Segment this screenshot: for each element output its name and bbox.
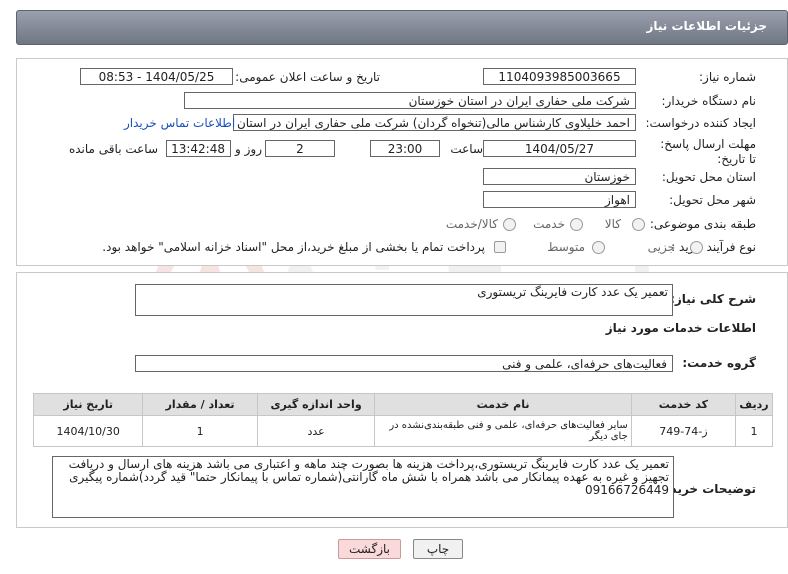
cell-row: 1	[735, 415, 773, 447]
city-field[interactable]: اهواز	[483, 191, 636, 208]
category-option-goods-service: کالا/خدمت	[445, 217, 498, 231]
remaining-label: ساعت باقی مانده	[68, 142, 158, 156]
category-radio-service[interactable]	[570, 218, 583, 231]
requester-field[interactable]: احمد خلیلاوی کارشناس مالی(تنخواه گردان) …	[233, 114, 636, 131]
summary-label: شرح کلی نیاز:	[670, 292, 756, 306]
need-number-field[interactable]: 1104093985003665	[483, 68, 636, 85]
category-option-goods: کالا	[604, 217, 621, 231]
need-number-label: شماره نیاز:	[699, 70, 756, 84]
buyer-notes-field[interactable]: تعمیر یک عدد کارت فایرینگ تریستوری،پرداخ…	[52, 456, 674, 518]
treasury-payment-checkbox[interactable]	[494, 241, 506, 253]
province-field[interactable]: خوزستان	[483, 168, 636, 185]
days-field[interactable]: 2	[265, 140, 335, 157]
cell-code: ز-74-749	[630, 415, 737, 447]
category-option-service: خدمت	[533, 217, 565, 231]
province-label: استان محل تحویل:	[661, 170, 756, 184]
purchase-type-option-minor: جزیی	[647, 240, 675, 254]
page-title: جزئیات اطلاعات نیاز	[646, 19, 767, 33]
deadline-time-field[interactable]: 23:00	[370, 140, 440, 157]
purchase-type-option-medium: متوسط	[547, 240, 585, 254]
purchase-type-radio-medium[interactable]	[592, 241, 605, 254]
purchase-type-label: نوع فرآیند خرید :	[671, 240, 756, 254]
cell-qty: 1	[142, 415, 258, 447]
col-row: ردیف	[735, 393, 773, 416]
table-header-row: ردیف کد خدمت نام خدمت واحد اندازه گیری ت…	[32, 393, 773, 416]
days-label: روز و	[235, 142, 262, 156]
buyer-contact-link[interactable]: اطلاعات تماس خریدار	[124, 116, 235, 130]
table-row: 1 ز-74-749 سایر فعالیت‌های حرفه‌ای، علمی…	[32, 415, 773, 447]
col-date: تاریخ نیاز	[32, 393, 144, 416]
col-unit: واحد اندازه گیری	[256, 393, 376, 416]
buyer-org-label: نام دستگاه خریدار:	[661, 94, 757, 108]
col-code: کد خدمت	[630, 393, 737, 416]
buyer-org-field[interactable]: شرکت ملی حفاری ایران در استان خوزستان	[184, 92, 636, 109]
city-label: شهر محل تحویل:	[669, 193, 756, 207]
treasury-payment-note: پرداخت تمام یا بخشی از مبلغ خرید،از محل …	[102, 240, 485, 254]
services-section-title: اطلاعات خدمات مورد نیاز	[605, 321, 756, 335]
deadline-time-label: ساعت	[450, 142, 483, 156]
purchase-type-radio-minor[interactable]	[690, 241, 703, 254]
service-group-field[interactable]: فعالیت‌های حرفه‌ای، علمی و فنی	[135, 355, 673, 372]
summary-field[interactable]: تعمیر یک عدد کارت فایرینگ تریستوری	[135, 284, 673, 316]
category-radio-goods[interactable]	[632, 218, 645, 231]
services-table: ردیف کد خدمت نام خدمت واحد اندازه گیری ت…	[32, 393, 773, 447]
back-button[interactable]: بازگشت	[338, 539, 401, 559]
col-qty: تعداد / مقدار	[142, 393, 258, 416]
remaining-time-field[interactable]: 13:42:48	[166, 140, 231, 157]
page-header: جزئیات اطلاعات نیاز	[16, 10, 788, 45]
deadline-label: مهلت ارسال پاسخ: تا تاریخ:	[660, 137, 756, 166]
service-group-label: گروه خدمت:	[682, 356, 756, 370]
requester-label: ایجاد کننده درخواست:	[645, 116, 756, 130]
announce-datetime-field[interactable]: 1404/05/25 - 08:53	[80, 68, 233, 85]
cell-name: سایر فعالیت‌های حرفه‌ای، علمی و فنی طبقه…	[374, 415, 632, 447]
cell-date: 1404/10/30	[32, 415, 144, 447]
announce-datetime-label: تاریخ و ساعت اعلان عمومی:	[235, 70, 380, 84]
cell-unit: عدد	[256, 415, 376, 447]
print-button[interactable]: چاپ	[413, 539, 463, 559]
col-name: نام خدمت	[374, 393, 632, 416]
category-label: طبقه بندی موضوعی:	[649, 217, 756, 231]
category-radio-goods-service[interactable]	[503, 218, 516, 231]
deadline-date-field[interactable]: 1404/05/27	[483, 140, 636, 157]
